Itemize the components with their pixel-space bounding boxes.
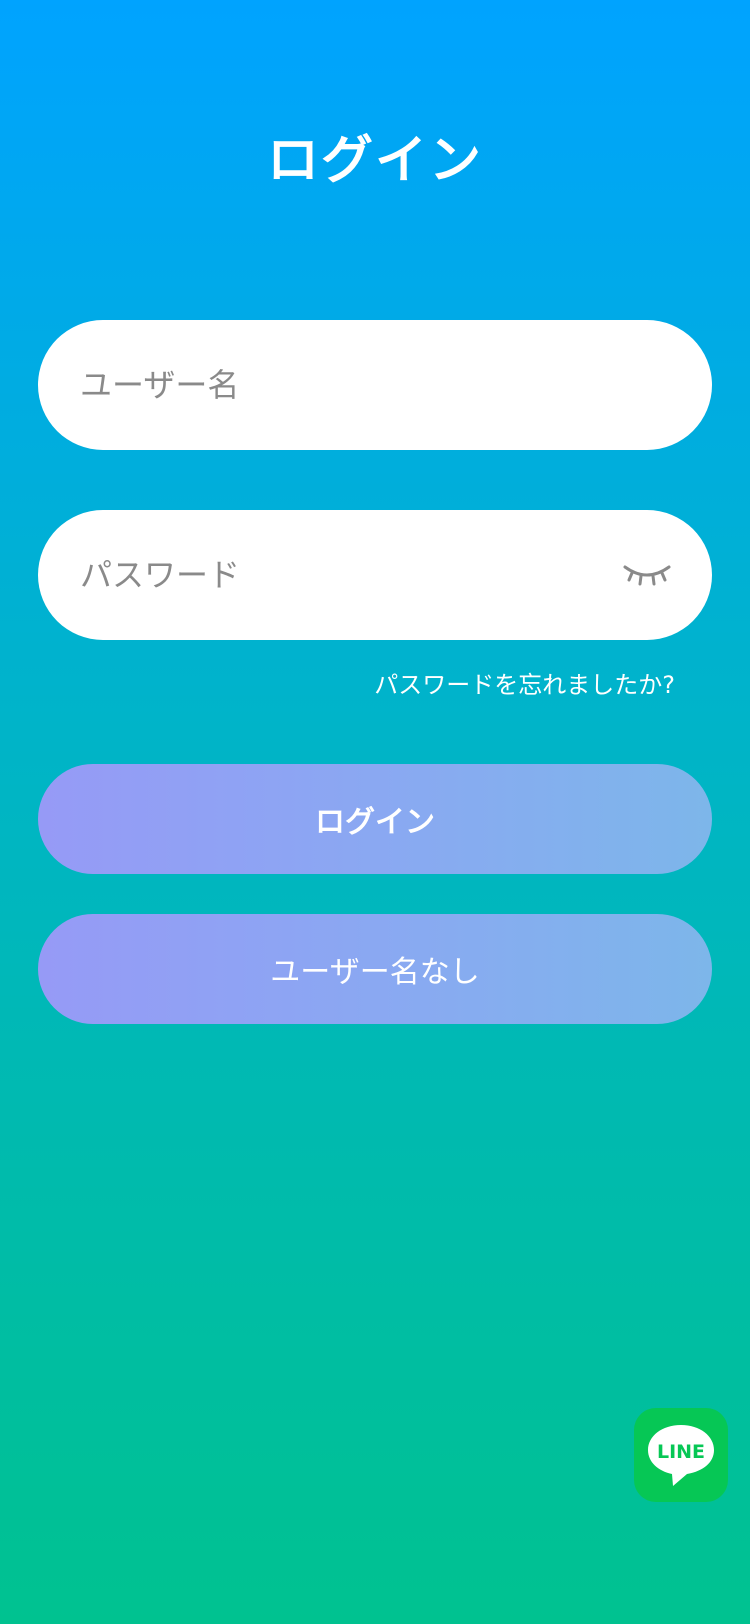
page-title: ログイン <box>266 131 483 191</box>
password-field-container <box>38 510 712 640</box>
forgot-password-link[interactable]: パスワードを忘れましたか? <box>374 665 675 700</box>
no-username-button[interactable]: ユーザー名なし <box>38 914 712 1024</box>
username-field-container <box>38 320 712 450</box>
eye-closed-icon[interactable] <box>622 559 672 591</box>
username-input[interactable] <box>38 320 712 450</box>
password-input[interactable] <box>38 510 712 640</box>
login-button[interactable]: ログイン <box>38 764 712 874</box>
line-chat-icon: LINE <box>648 1425 714 1486</box>
line-button[interactable]: LINE <box>634 1408 728 1502</box>
line-label: LINE <box>657 1441 705 1463</box>
